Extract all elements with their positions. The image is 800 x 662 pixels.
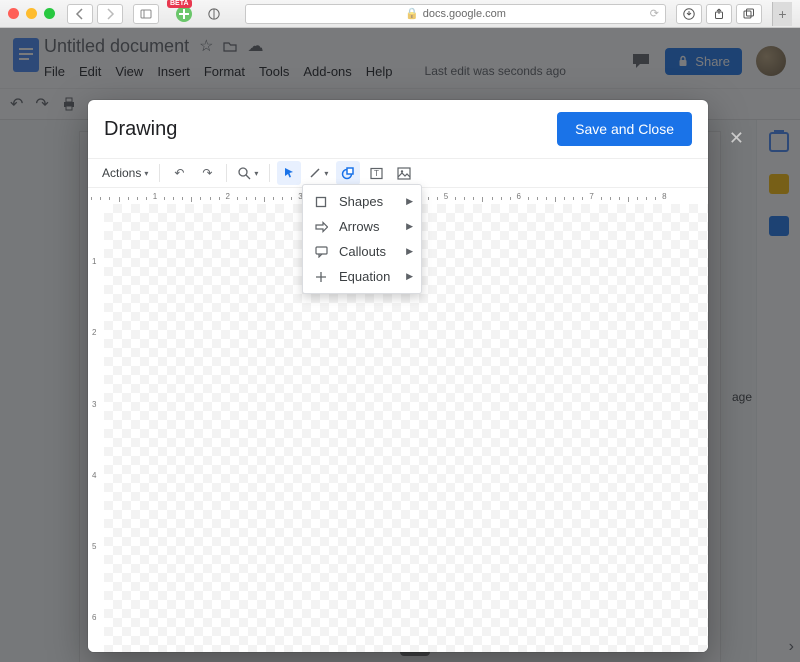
ruler-number: 2: [92, 328, 96, 337]
menu-insert[interactable]: Insert: [157, 64, 190, 79]
menu-view[interactable]: View: [115, 64, 143, 79]
side-panel-expand-icon[interactable]: ›: [789, 638, 794, 656]
menu-help[interactable]: Help: [366, 64, 393, 79]
extension-badge: BETA: [167, 0, 192, 8]
zoom-button[interactable]: [234, 161, 262, 185]
sidebar-toggle-button[interactable]: [133, 4, 159, 24]
menu-edit[interactable]: Edit: [79, 64, 101, 79]
move-icon[interactable]: [223, 39, 237, 53]
shield-icon[interactable]: [201, 4, 227, 24]
submenu-arrow-icon: ▶: [406, 246, 413, 257]
ruler-number: 2: [225, 192, 229, 201]
tabs-button[interactable]: [736, 4, 762, 24]
submenu-arrow-icon: ▶: [406, 221, 413, 232]
side-panel: [756, 120, 800, 662]
svg-text:T: T: [374, 169, 379, 178]
docs-window: Untitled document ☆ ☁ File Edit View Ins…: [0, 28, 800, 662]
menu-format[interactable]: Format: [204, 64, 245, 79]
actions-menu[interactable]: Actions: [98, 161, 152, 185]
textbox-tool[interactable]: T: [364, 161, 388, 185]
drawing-dialog: Drawing Save and Close Actions ↶ ↷ T 1 2 3…: [88, 100, 708, 652]
reload-icon[interactable]: ⟳: [650, 7, 659, 20]
ruler-number: 7: [589, 192, 593, 201]
select-tool[interactable]: [277, 161, 301, 185]
vertical-ruler: 1 2 3 4 5 6: [88, 204, 104, 652]
keep-addon-icon[interactable]: [769, 174, 789, 194]
menu-file[interactable]: File: [44, 64, 65, 79]
shape-menu-shapes[interactable]: Shapes ▶: [303, 189, 421, 214]
docs-logo-icon[interactable]: [8, 34, 44, 82]
equation-icon: [313, 271, 329, 283]
shape-menu-arrows[interactable]: Arrows ▶: [303, 214, 421, 239]
address-bar[interactable]: 🔒 docs.google.com ⟳: [245, 4, 666, 24]
undo-button[interactable]: ↶: [167, 161, 191, 185]
tasks-addon-icon[interactable]: [769, 216, 789, 236]
redo-icon[interactable]: ↷: [35, 94, 48, 114]
document-title[interactable]: Untitled document: [44, 36, 189, 57]
callouts-icon: [313, 246, 329, 258]
shape-dropdown-menu: Shapes ▶ Arrows ▶ Callouts ▶ Equation ▶: [302, 184, 422, 294]
menu-bar: File Edit View Insert Format Tools Add-o…: [44, 60, 631, 82]
ruler-number: 8: [662, 192, 666, 201]
safari-toolbar: BETA 🔒 docs.google.com ⟳ +: [0, 0, 800, 28]
ruler-number: 4: [92, 471, 96, 480]
image-tool[interactable]: [392, 161, 416, 185]
submenu-arrow-icon: ▶: [406, 196, 413, 207]
submenu-arrow-icon: ▶: [406, 271, 413, 282]
new-tab-button[interactable]: +: [772, 2, 792, 26]
ruler-number: 6: [517, 192, 521, 201]
save-and-close-button[interactable]: Save and Close: [557, 112, 692, 146]
arrows-icon: [313, 221, 329, 233]
window-controls: [8, 8, 55, 19]
downloads-button[interactable]: [676, 4, 702, 24]
ruler-number: 5: [444, 192, 448, 201]
star-icon[interactable]: ☆: [199, 36, 213, 56]
line-tool[interactable]: [305, 161, 332, 185]
extension-icon[interactable]: BETA: [173, 3, 195, 25]
close-window-button[interactable]: [8, 8, 19, 19]
ruler-number: 1: [92, 257, 96, 266]
undo-icon[interactable]: ↶: [10, 94, 23, 114]
dialog-title: Drawing: [104, 118, 177, 141]
lock-icon: 🔒: [405, 7, 419, 20]
menu-tools[interactable]: Tools: [259, 64, 289, 79]
shape-tool[interactable]: [336, 161, 360, 185]
ruler-number: 5: [92, 542, 96, 551]
minimize-window-button[interactable]: [26, 8, 37, 19]
ruler-number: 1: [153, 192, 157, 201]
share-label: Share: [695, 54, 730, 69]
share-button-safari[interactable]: [706, 4, 732, 24]
shapes-icon: [313, 196, 329, 208]
comments-icon[interactable]: [631, 51, 651, 71]
maximize-window-button[interactable]: [44, 8, 55, 19]
shape-menu-callouts[interactable]: Callouts ▶: [303, 239, 421, 264]
ruler-number: 6: [92, 613, 96, 622]
lock-icon: [677, 55, 689, 67]
docs-header: Untitled document ☆ ☁ File Edit View Ins…: [0, 28, 800, 88]
account-avatar[interactable]: [756, 46, 786, 76]
back-button[interactable]: [67, 4, 93, 24]
share-button[interactable]: Share: [665, 48, 742, 75]
redo-button[interactable]: ↷: [195, 161, 219, 185]
last-edit-text[interactable]: Last edit was seconds ago: [425, 64, 566, 78]
url-text: docs.google.com: [423, 8, 506, 20]
forward-button[interactable]: [97, 4, 123, 24]
shape-menu-equation[interactable]: Equation ▶: [303, 264, 421, 289]
modal-close-button[interactable]: ✕: [729, 128, 744, 149]
calendar-addon-icon[interactable]: [769, 132, 789, 152]
print-icon[interactable]: [61, 96, 77, 112]
cloud-status-icon[interactable]: ☁: [247, 36, 263, 56]
ruler-number: 3: [92, 400, 96, 409]
menu-addons[interactable]: Add-ons: [303, 64, 351, 79]
truncated-sidebar-text: age: [732, 390, 752, 404]
